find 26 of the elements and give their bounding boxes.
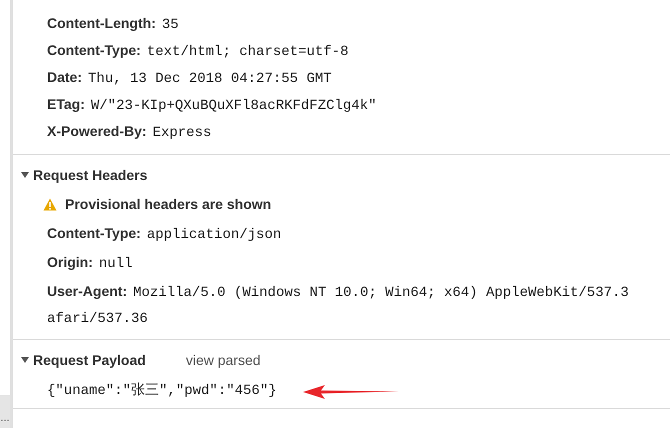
header-value: null (98, 255, 132, 274)
header-value: 35 (162, 16, 179, 35)
warning-icon (43, 198, 57, 211)
payload-text: {"uname":"张三","pwd":"456"} (47, 382, 277, 401)
expanded-triangle-icon[interactable] (21, 356, 29, 364)
header-value: afari/537.36 (47, 310, 148, 329)
side-tab[interactable]: ... (0, 395, 10, 428)
view-parsed-link[interactable]: view parsed (186, 350, 261, 370)
header-name: Content-Type: (47, 41, 141, 60)
header-value: application/json (146, 226, 282, 245)
header-value: Mozilla/5.0 (Windows NT 10.0; Win64; x64) AppleWebKit/537.3 (133, 284, 629, 303)
section-title[interactable]: Request Headers (33, 164, 148, 186)
header-name: ETag: (47, 95, 85, 114)
section-title[interactable]: Request Payload (33, 350, 146, 370)
header-name: Content-Length: (47, 14, 156, 33)
header-value: text/html; charset=utf-8 (146, 43, 348, 62)
header-value: Express (152, 124, 212, 143)
header-value: Thu, 13 Dec 2018 04:27:55 GMT (88, 70, 332, 89)
warning-text: Provisional headers are shown (65, 195, 272, 214)
expanded-triangle-icon[interactable] (21, 171, 29, 179)
header-name: Content-Type: (47, 224, 141, 243)
header-value: W/"23-KIp+QXuBQuXFl8acRKFdFZClg4k" (90, 97, 377, 116)
header-name: Origin: (47, 253, 93, 272)
header-name: Date: (47, 68, 82, 87)
header-name: X-Powered-By: (47, 122, 147, 141)
header-name: User-Agent: (47, 282, 128, 301)
